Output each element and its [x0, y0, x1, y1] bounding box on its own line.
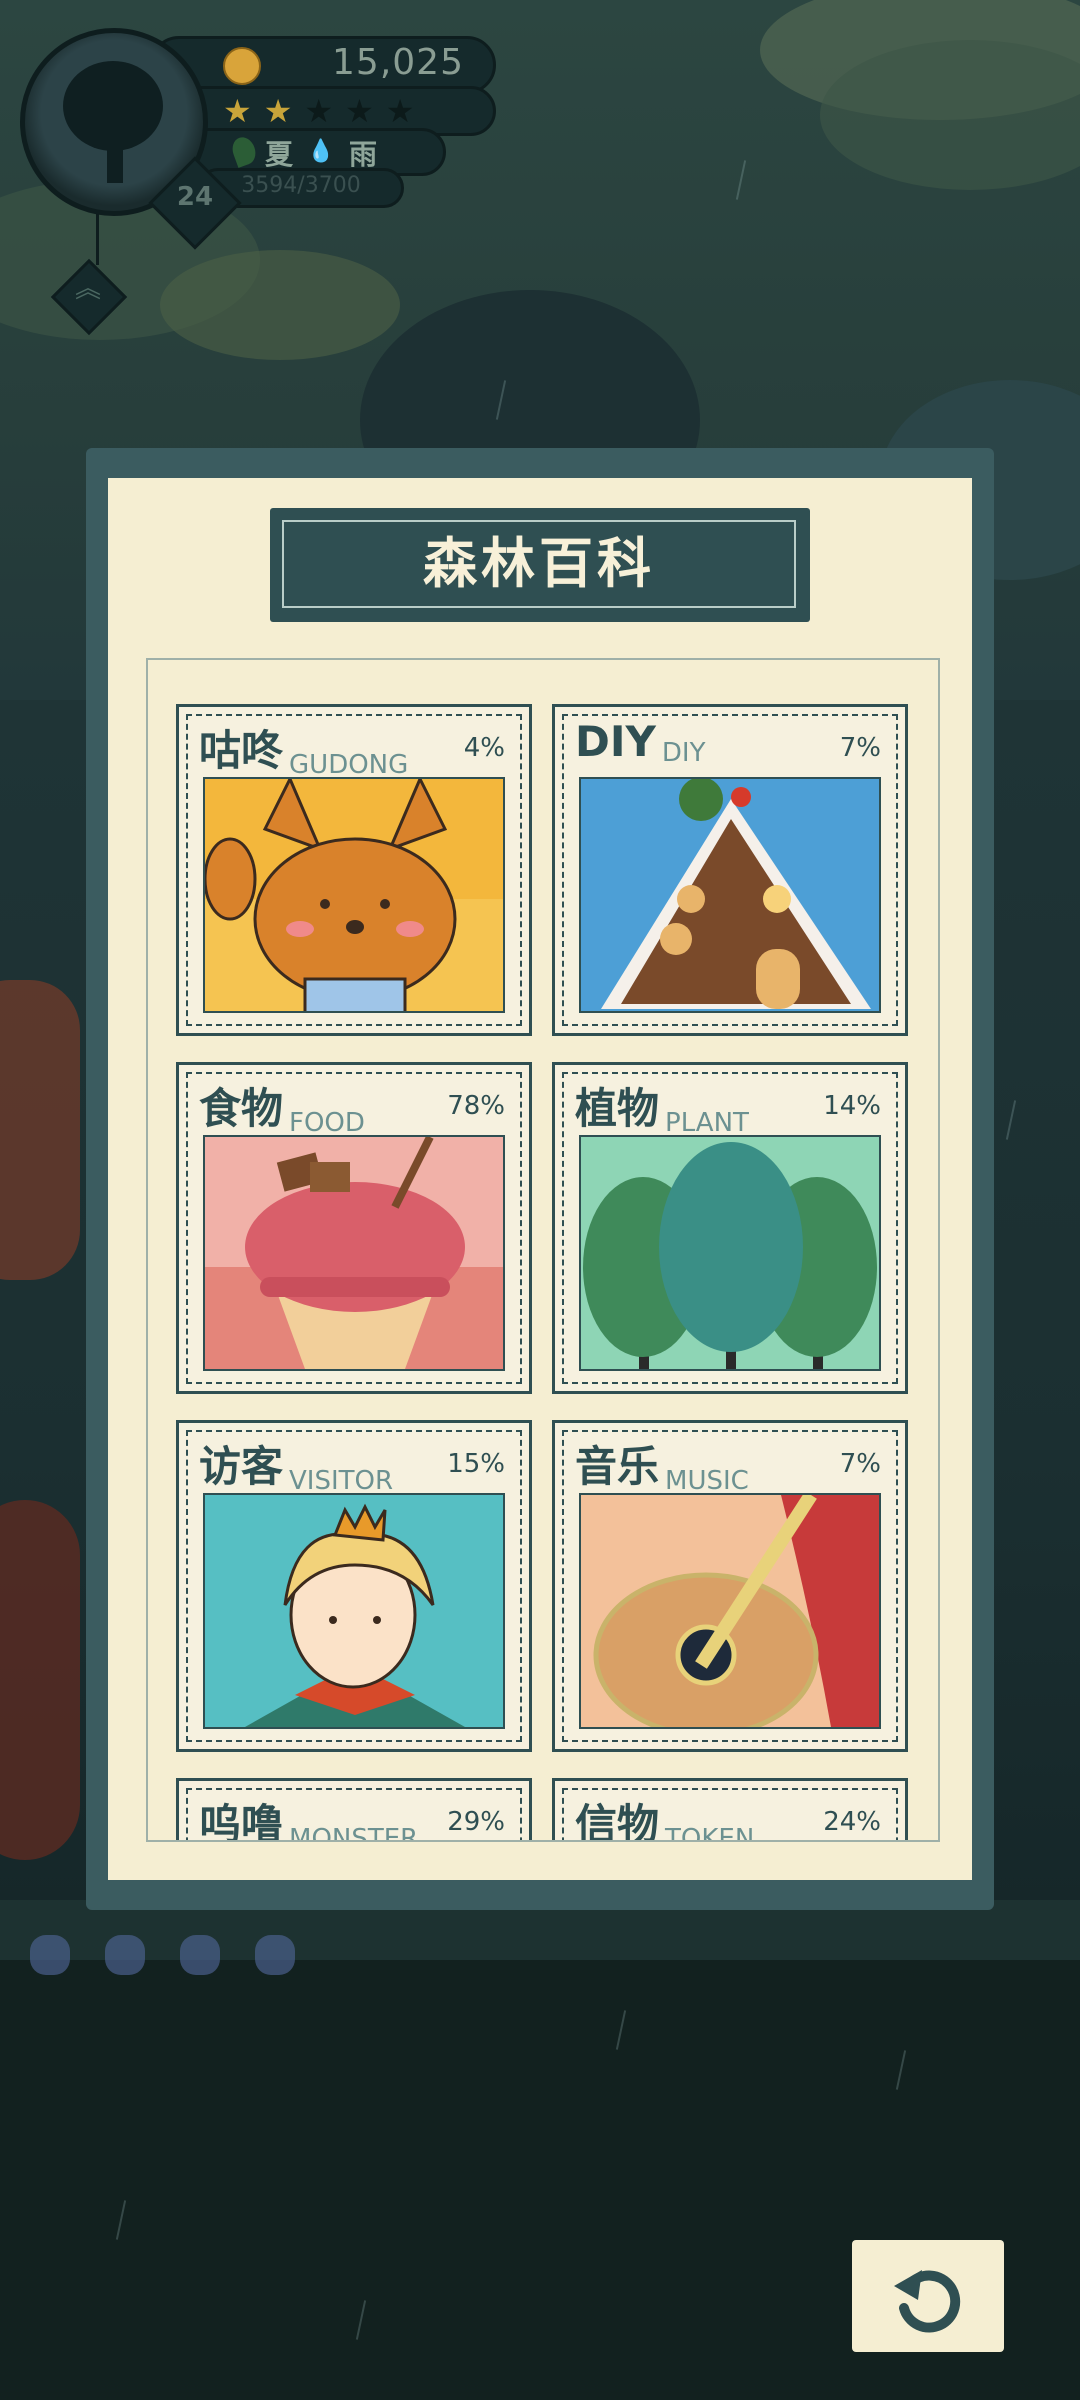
category-card-music[interactable]: 音乐 MUSIC 7%	[552, 1420, 908, 1752]
category-en: FOOD	[289, 1108, 365, 1138]
back-arrow-icon	[894, 2270, 961, 2333]
category-en: MUSIC	[665, 1466, 749, 1496]
star-icon: ★	[223, 92, 252, 130]
coin-icon	[223, 47, 261, 85]
category-en: DIY	[661, 738, 706, 768]
category-name: 音乐	[575, 1442, 660, 1491]
category-card-gudong[interactable]: 咕咚 GUDONG 4%	[176, 704, 532, 1036]
category-percent: 78%	[447, 1091, 505, 1121]
prince-illustration	[203, 1493, 505, 1729]
category-name: 植物	[575, 1084, 660, 1133]
raindrop-icon: 💧	[307, 139, 335, 164]
category-card-visitor[interactable]: 访客 VISITOR 15%	[176, 1420, 532, 1752]
panel-title-box: 森林百科	[270, 508, 810, 622]
tree-icon	[63, 61, 163, 151]
star-icon: ★	[385, 92, 415, 130]
category-name: DIY	[575, 717, 656, 766]
category-card-monster[interactable]: 呜噜 MONSTER 29%	[176, 1778, 532, 1842]
category-en: GUDONG	[289, 750, 409, 780]
category-name: 咕咚	[199, 726, 284, 775]
gingerbread-house-illustration	[579, 777, 881, 1013]
category-en: MONSTER	[289, 1824, 419, 1842]
star-icon: ★	[345, 92, 374, 130]
category-en: TOKEN	[665, 1824, 755, 1842]
category-card-plant[interactable]: 植物 PLANT 14%	[552, 1062, 908, 1394]
category-percent: 4%	[463, 733, 505, 763]
category-percent: 24%	[823, 1807, 881, 1837]
category-name: 呜噜	[199, 1800, 284, 1842]
category-percent: 7%	[839, 733, 881, 763]
category-percent: 14%	[823, 1091, 881, 1121]
fox-illustration	[203, 777, 505, 1013]
category-name: 信物	[575, 1800, 660, 1842]
player-hud: 15,025 ★ ★ ★ ★ ★ 夏 💧 雨 3594/3700 24 ︽	[0, 0, 520, 360]
category-card-diy[interactable]: DIY DIY 7%	[552, 704, 908, 1036]
coin-value: 15,025	[332, 42, 464, 83]
trees-illustration	[579, 1135, 881, 1371]
weather-label: 雨	[349, 138, 378, 171]
category-percent: 29%	[447, 1807, 505, 1837]
category-en: PLANT	[665, 1108, 749, 1138]
star-icon: ★	[304, 92, 334, 130]
category-name: 食物	[199, 1084, 284, 1133]
category-card-token[interactable]: 信物 TOKEN 24%	[552, 1778, 908, 1842]
category-percent: 15%	[447, 1449, 505, 1479]
level-value: 24	[176, 182, 214, 212]
category-name: 访客	[199, 1442, 284, 1491]
category-grid[interactable]: 咕咚 GUDONG 4% DIY DIY 7% 食物 FOOD 78% 植物 PLANT…	[146, 658, 940, 1842]
ice-cream-illustration	[203, 1135, 505, 1371]
category-en: VISITOR	[289, 1466, 394, 1496]
season-label: 夏	[265, 138, 294, 171]
back-button[interactable]	[852, 2240, 1004, 2352]
category-card-food[interactable]: 食物 FOOD 78%	[176, 1062, 532, 1394]
chevron-up-icon: ︽	[74, 274, 101, 304]
guitar-illustration	[579, 1493, 881, 1729]
category-percent: 7%	[839, 1449, 881, 1479]
leaf-icon	[228, 134, 260, 168]
panel-title: 森林百科	[423, 532, 655, 595]
star-icon: ★	[263, 92, 293, 130]
